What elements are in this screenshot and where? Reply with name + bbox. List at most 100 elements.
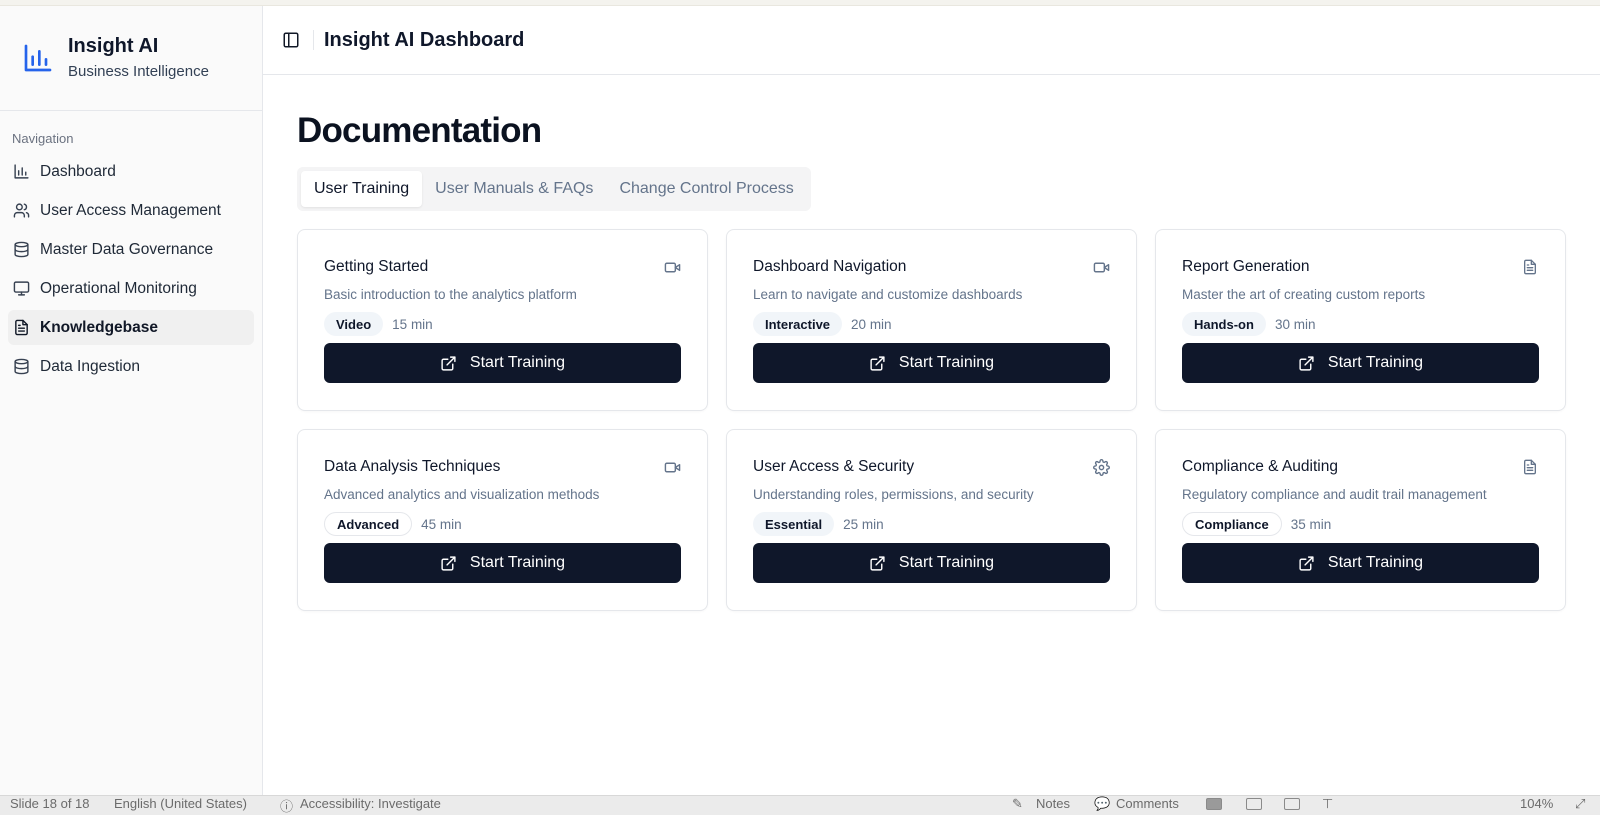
accessibility-status[interactable]: Accessibility: Investigate xyxy=(300,796,441,811)
start-training-button[interactable]: Start Training xyxy=(1182,343,1539,383)
type-badge: Essential xyxy=(753,512,835,536)
content: Documentation User Training User Manuals… xyxy=(263,75,1600,611)
header-divider xyxy=(313,30,314,50)
button-label: Start Training xyxy=(469,354,566,371)
sidebar-item-master-data-governance[interactable]: Master Data Governance xyxy=(8,232,254,267)
fit-to-window-icon[interactable]: ⤢ xyxy=(1575,796,1585,812)
top-header: Insight AI Dashboard xyxy=(263,6,1600,75)
bar-chart-icon xyxy=(20,40,56,76)
training-card: Compliance & Auditing Regulatory complia… xyxy=(1155,429,1566,611)
tab-list: User Training User Manuals & FAQs Change… xyxy=(297,167,811,211)
external-link-icon xyxy=(1298,354,1316,372)
card-title: Report Generation xyxy=(1182,258,1310,275)
sidebar: Insight AI Business Intelligence Navigat… xyxy=(0,6,263,795)
type-badge: Hands-on xyxy=(1182,312,1266,336)
sidebar-item-dashboard[interactable]: Dashboard xyxy=(8,154,254,189)
nav-section-label: Navigation xyxy=(12,131,74,146)
video-icon xyxy=(1092,258,1110,276)
main-area: Insight AI Dashboard Documentation User … xyxy=(263,6,1600,795)
card-description: Regulatory compliance and audit trail ma… xyxy=(1182,487,1487,502)
sidebar-item-data-ingestion[interactable]: Data Ingestion xyxy=(8,349,254,384)
card-title: Compliance & Auditing xyxy=(1182,458,1338,475)
users-icon xyxy=(12,202,30,220)
button-label: Start Training xyxy=(1327,354,1424,371)
sidebar-toggle-icon[interactable] xyxy=(281,30,301,50)
type-badge: Video xyxy=(324,312,384,336)
sidebar-item-label: User Access Management xyxy=(40,201,221,219)
gear-icon xyxy=(1092,458,1110,476)
duration-text: 45 min xyxy=(421,516,462,532)
card-title: Data Analysis Techniques xyxy=(324,458,501,475)
sidebar-item-label: Knowledgebase xyxy=(40,318,158,336)
button-label: Start Training xyxy=(898,554,995,571)
page-title: Documentation xyxy=(297,111,542,150)
start-training-button[interactable]: Start Training xyxy=(324,343,681,383)
card-title: User Access & Security xyxy=(753,458,915,475)
duration-text: 30 min xyxy=(1274,316,1316,332)
training-card: Report Generation Master the art of crea… xyxy=(1155,229,1566,411)
slide-counter: Slide 18 of 18 xyxy=(10,796,90,811)
duration-text: 15 min xyxy=(392,316,433,332)
file-text-icon xyxy=(12,319,30,337)
accessibility-icon: ⓘ xyxy=(280,799,294,814)
brand: Insight AI Business Intelligence xyxy=(0,6,262,111)
tab-user-manuals-faqs[interactable]: User Manuals & FAQs xyxy=(422,171,606,207)
sidebar-nav: Dashboard User Access Management Master … xyxy=(0,154,262,384)
start-training-button[interactable]: Start Training xyxy=(1182,543,1539,583)
start-training-button[interactable]: Start Training xyxy=(324,543,681,583)
button-label: Start Training xyxy=(898,354,995,371)
sidebar-item-label: Dashboard xyxy=(40,162,116,180)
button-label: Start Training xyxy=(1327,554,1424,571)
sidebar-item-label: Master Data Governance xyxy=(40,240,214,258)
start-training-button[interactable]: Start Training xyxy=(753,543,1110,583)
external-link-icon xyxy=(869,354,887,372)
tab-user-training[interactable]: User Training xyxy=(301,171,423,207)
sidebar-item-user-access-management[interactable]: User Access Management xyxy=(8,193,254,228)
brand-title: Insight AI xyxy=(68,34,159,57)
video-icon xyxy=(663,458,681,476)
card-description: Advanced analytics and visualization met… xyxy=(324,487,600,502)
duration-text: 25 min xyxy=(843,516,884,532)
card-title: Dashboard Navigation xyxy=(753,258,907,275)
slide-sorter-icon[interactable] xyxy=(1246,798,1262,810)
card-description: Basic introduction to the analytics plat… xyxy=(324,287,577,302)
card-title: Getting Started xyxy=(324,258,429,275)
language-indicator[interactable]: English (United States) xyxy=(114,796,247,811)
comments-button[interactable]: Comments xyxy=(1116,796,1179,811)
sidebar-item-label: Data Ingestion xyxy=(40,357,140,375)
type-badge: Compliance xyxy=(1182,512,1282,536)
duration-text: 35 min xyxy=(1290,516,1332,532)
training-card: Dashboard Navigation Learn to navigate a… xyxy=(726,229,1137,411)
bar-chart-icon xyxy=(12,163,30,181)
slideshow-icon[interactable]: ⊤ xyxy=(1322,796,1333,812)
brand-subtitle: Business Intelligence xyxy=(68,62,209,80)
zoom-level[interactable]: 104% xyxy=(1520,796,1553,811)
external-link-icon xyxy=(440,354,458,372)
external-link-icon xyxy=(1298,554,1316,572)
button-label: Start Training xyxy=(469,554,566,571)
monitor-icon xyxy=(12,280,30,298)
type-badge: Interactive xyxy=(753,312,843,336)
normal-view-icon[interactable] xyxy=(1206,798,1222,810)
type-badge: Advanced xyxy=(324,512,413,536)
start-training-button[interactable]: Start Training xyxy=(753,343,1110,383)
training-card: Data Analysis Techniques Advanced analyt… xyxy=(297,429,708,611)
training-card: Getting Started Basic introduction to th… xyxy=(297,229,708,411)
duration-text: 20 min xyxy=(851,316,892,332)
database-icon xyxy=(12,241,30,259)
file-text-icon xyxy=(1521,258,1539,276)
training-card: User Access & Security Understanding rol… xyxy=(726,429,1137,611)
database-icon xyxy=(12,358,30,376)
tab-change-control-process[interactable]: Change Control Process xyxy=(606,171,806,207)
app-window: Insight AI Business Intelligence Navigat… xyxy=(0,6,1600,795)
sidebar-item-label: Operational Monitoring xyxy=(40,279,197,297)
card-description: Understanding roles, permissions, and se… xyxy=(753,487,1034,502)
sidebar-item-operational-monitoring[interactable]: Operational Monitoring xyxy=(8,271,254,306)
notes-button[interactable]: Notes xyxy=(1036,796,1070,811)
host-status-bar: Slide 18 of 18 English (United States) ⓘ… xyxy=(0,795,1600,815)
comments-icon: 💬 xyxy=(1094,796,1111,811)
reading-view-icon[interactable] xyxy=(1284,798,1300,810)
card-description: Learn to navigate and customize dashboar… xyxy=(753,287,1023,302)
sidebar-item-knowledgebase[interactable]: Knowledgebase xyxy=(8,310,254,345)
notes-icon: ✎ xyxy=(1012,796,1023,811)
